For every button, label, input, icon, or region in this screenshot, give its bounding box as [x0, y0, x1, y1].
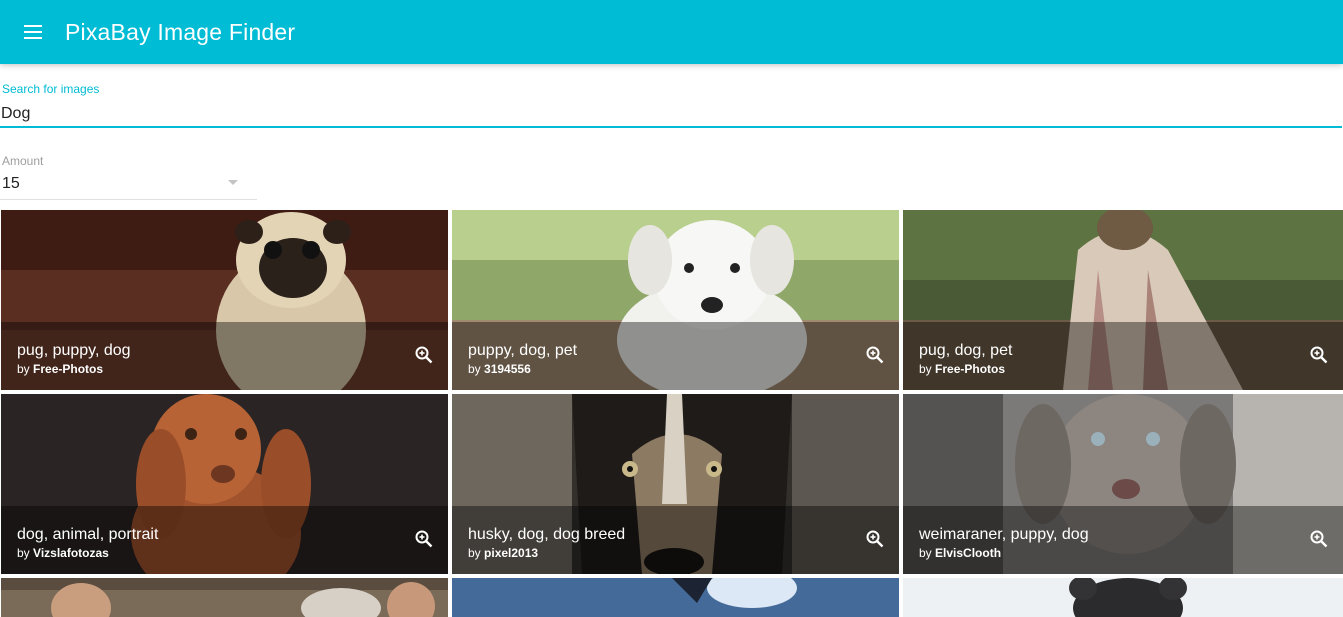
tile-title: pug, puppy, dog [17, 342, 131, 359]
zoom-in-icon[interactable] [1309, 529, 1329, 549]
image-tile[interactable] [1, 578, 448, 617]
app-bar: PixaBay Image Finder [0, 0, 1343, 64]
image-tile[interactable] [903, 578, 1343, 617]
image-tile[interactable]: weimaraner, puppy, dog by ElvisClooth [903, 394, 1343, 574]
tile-title: pug, dog, pet [919, 342, 1013, 359]
amount-value[interactable]: 15 [2, 175, 20, 193]
dropdown-arrow-icon[interactable] [228, 180, 238, 185]
tile-title: puppy, dog, pet [468, 342, 578, 359]
image-tile[interactable]: pug, puppy, dog by Free-Photos [1, 210, 448, 390]
zoom-in-icon[interactable] [865, 529, 885, 549]
image-grid: pug, puppy, dog by Free-Photos puppy, do… [0, 210, 1343, 617]
tile-title: weimaraner, puppy, dog [919, 526, 1089, 543]
tile-title: dog, animal, portrait [17, 526, 159, 543]
app-title: PixaBay Image Finder [65, 18, 296, 45]
image-tile[interactable]: dog, animal, portrait by Vizslafotozas [1, 394, 448, 574]
tile-author: by 3194556 [468, 362, 531, 376]
tile-author: by Free-Photos [17, 362, 104, 376]
amount-label: Amount [2, 154, 44, 168]
menu-icon[interactable] [21, 20, 45, 44]
zoom-in-icon[interactable] [414, 345, 434, 365]
french-bulldog-image [903, 578, 1343, 617]
amount-underline [0, 199, 257, 200]
dog-winter-image [452, 578, 899, 617]
zoom-in-icon[interactable] [414, 529, 434, 549]
amount-select[interactable]: Amount 15 [0, 152, 257, 200]
search-field: Search for images [0, 80, 1343, 128]
image-tile[interactable] [452, 578, 899, 617]
image-tile[interactable]: puppy, dog, pet by 3194556 [452, 210, 899, 390]
tile-title: husky, dog, dog breed [468, 526, 626, 543]
tile-author: by ElvisClooth [919, 546, 1002, 560]
zoom-in-icon[interactable] [865, 345, 885, 365]
tile-author: by Free-Photos [919, 362, 1006, 376]
tile-author: by pixel2013 [468, 546, 539, 560]
people-with-dog-image [1, 578, 448, 617]
zoom-in-icon[interactable] [1309, 345, 1329, 365]
tile-author: by Vizslafotozas [17, 546, 109, 560]
search-label: Search for images [2, 82, 100, 96]
image-tile[interactable]: husky, dog, dog breed by pixel2013 [452, 394, 899, 574]
search-input[interactable] [0, 102, 1342, 128]
image-tile[interactable]: pug, dog, pet by Free-Photos [903, 210, 1343, 390]
